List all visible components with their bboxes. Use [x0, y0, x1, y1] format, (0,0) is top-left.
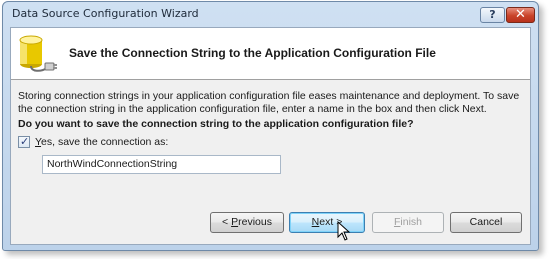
window-title: Data Source Configuration Wizard: [12, 7, 199, 20]
wizard-window: Data Source Configuration Wizard ? ✕ Sav…: [2, 1, 539, 251]
checkmark-icon: ✓: [20, 135, 30, 148]
finish-button[interactable]: Finish: [372, 212, 444, 233]
next-button[interactable]: Next >: [289, 212, 365, 233]
database-connection-icon: [19, 35, 57, 72]
close-button[interactable]: ✕: [506, 7, 535, 23]
wizard-client-area: Save the Connection String to the Applic…: [10, 27, 531, 245]
help-button[interactable]: ?: [480, 7, 505, 23]
cancel-button[interactable]: Cancel: [450, 212, 522, 233]
save-question: Do you want to save the connection strin…: [18, 118, 414, 130]
save-connection-checkbox[interactable]: ✓: [18, 135, 30, 148]
previous-button[interactable]: < Previous: [210, 212, 284, 233]
save-connection-label[interactable]: Yes, save the connection as:: [35, 136, 168, 148]
title-bar[interactable]: Data Source Configuration Wizard ? ✕: [3, 2, 538, 26]
description-text: Storing connection strings in your appli…: [18, 90, 520, 115]
page-title: Save the Connection String to the Applic…: [69, 46, 436, 60]
wizard-header: Save the Connection String to the Applic…: [11, 28, 530, 80]
mouse-pointer-icon: [337, 221, 351, 241]
connection-name-input[interactable]: NorthWindConnectionString: [42, 155, 281, 174]
